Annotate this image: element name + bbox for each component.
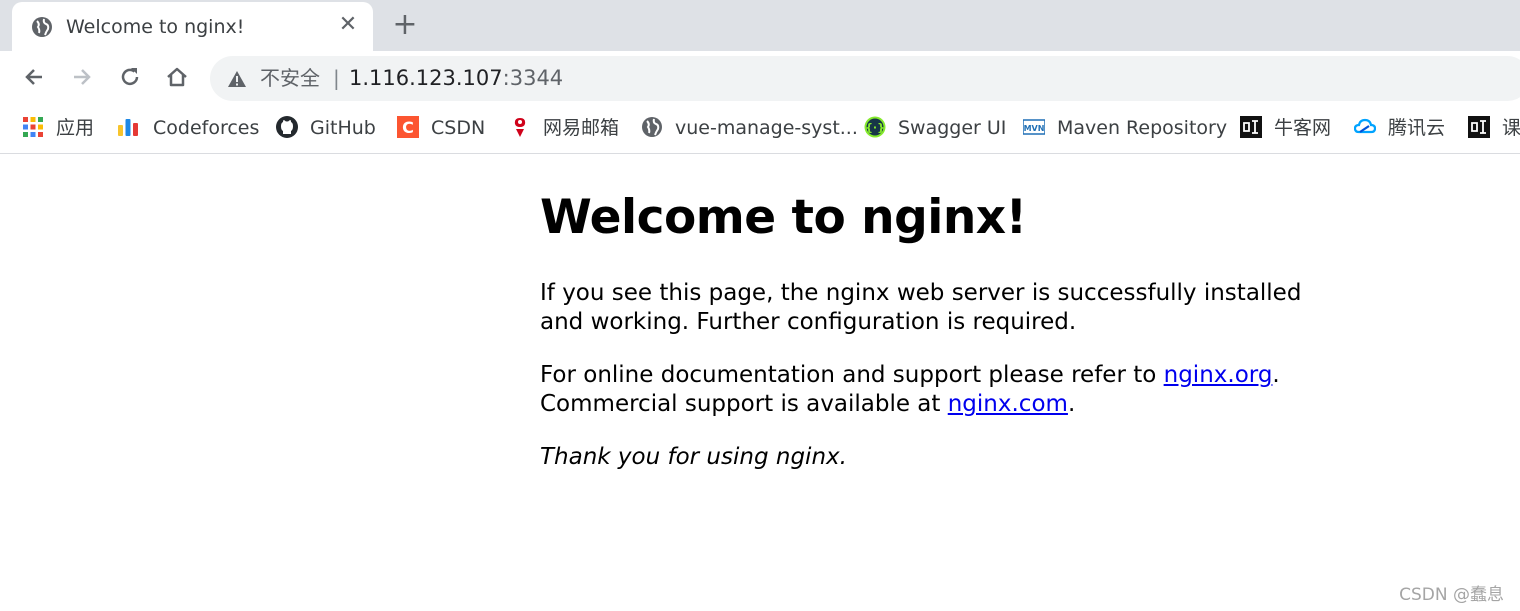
nginx-org-link[interactable]: nginx.org — [1164, 362, 1273, 388]
back-arrow-icon[interactable] — [20, 63, 48, 91]
intro-paragraph: If you see this page, the nginx web serv… — [540, 280, 1302, 335]
nowcoder-icon — [1240, 116, 1262, 138]
commercial-text: Commercial support is available at — [540, 391, 948, 417]
bookmark-label: 腾讯云 — [1388, 117, 1446, 139]
bookmark-label: Swagger UI — [898, 117, 1007, 139]
globe-icon — [641, 116, 663, 138]
bookmarks-bar: 应用 Codeforces GitHub C CSDN 网易邮箱 vue-man… — [0, 103, 1520, 154]
bookmark-label: GitHub — [310, 117, 376, 139]
tab-active[interactable]: Welcome to nginx! ✕ — [12, 2, 373, 51]
bookmark-label: Codeforces — [153, 117, 260, 139]
watermark: CSDN @蠢息 — [1399, 585, 1504, 605]
globe-icon — [31, 16, 53, 38]
svg-text:{·}: {·} — [865, 121, 885, 134]
csdn-icon: C — [397, 116, 419, 138]
thanks-paragraph: Thank you for using nginx. — [540, 444, 847, 470]
security-label[interactable]: 不安全 — [260, 66, 320, 90]
svg-text:MVN: MVN — [1024, 124, 1045, 133]
maven-icon: MVN — [1022, 116, 1046, 138]
bookmark-label: 应用 — [56, 117, 95, 139]
bookmark-label: Maven Repository — [1057, 117, 1228, 139]
netease-mail-icon — [509, 116, 531, 138]
home-icon[interactable] — [163, 63, 191, 91]
tencent-cloud-icon — [1353, 116, 1377, 138]
url-host: 1.116.123.107 — [349, 66, 503, 90]
svg-text:C: C — [402, 118, 414, 137]
url-separator: | — [333, 66, 340, 90]
url-port: :3344 — [502, 66, 564, 90]
address-bar[interactable]: 不安全 | 1.116.123.107:3344 — [210, 56, 1520, 101]
nginx-com-link[interactable]: nginx.com — [948, 391, 1068, 417]
course-icon — [1468, 116, 1490, 138]
bookmark-label: 网易邮箱 — [543, 117, 620, 139]
page-content: Welcome to nginx! If you see this page, … — [540, 185, 1320, 470]
bookmark-label: 牛客网 — [1274, 117, 1332, 139]
apps-grid-icon — [22, 116, 44, 138]
codeforces-icon — [117, 116, 139, 138]
tab-title: Welcome to nginx! — [66, 16, 245, 38]
new-tab-button[interactable]: + — [392, 10, 418, 40]
support-paragraph: For online documentation and support ple… — [540, 361, 1310, 419]
period: . — [1272, 362, 1280, 388]
tab-strip: Welcome to nginx! ✕ + — [0, 0, 1520, 51]
period: . — [1067, 391, 1076, 417]
url-text[interactable]: 1.116.123.107:3344 — [349, 66, 563, 90]
warning-icon[interactable] — [226, 69, 248, 89]
github-icon — [276, 116, 298, 138]
bookmark-label: 课 — [1502, 117, 1520, 139]
bookmark-label: CSDN — [431, 117, 486, 139]
bookmark-label: vue-manage-syst... — [675, 117, 858, 139]
swagger-icon: {·} — [864, 116, 886, 138]
page-title: Welcome to nginx! — [540, 190, 1027, 245]
forward-arrow-icon[interactable] — [68, 63, 96, 91]
close-icon[interactable]: ✕ — [338, 14, 358, 36]
reload-icon[interactable] — [116, 63, 144, 91]
support-text: For online documentation and support ple… — [540, 362, 1164, 388]
toolbar: 不安全 | 1.116.123.107:3344 — [0, 51, 1520, 103]
